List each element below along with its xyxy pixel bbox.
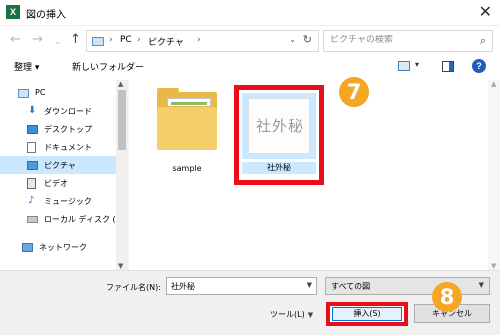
sidebar-item-videos[interactable]: ビデオ [0, 174, 116, 192]
download-icon: ⬇ [28, 105, 37, 116]
insert-button[interactable]: 挿入(S) [332, 307, 402, 321]
breadcrumb-separator[interactable]: › [197, 35, 201, 45]
file-list-scrollbar[interactable]: ▲ ▼ [488, 80, 500, 270]
sidebar-item-pictures[interactable]: ピクチャ [0, 156, 116, 174]
sidebar-item-label: PC [35, 88, 46, 97]
file-name: 社外秘 [242, 162, 316, 174]
recent-locations-dropdown-icon[interactable]: ⌄ [54, 35, 62, 49]
up-arrow-icon[interactable]: ↑ [70, 33, 81, 47]
breadcrumb-separator[interactable]: › [109, 35, 113, 45]
desktop-icon [27, 125, 38, 134]
tools-menu-button[interactable]: ツール(L) ▼ [270, 309, 313, 320]
sidebar-item-downloads[interactable]: ⬇ ダウンロード [0, 102, 116, 120]
address-row: ← → ⌄ ↑ › PC › ピクチャ › ⌄ ↻ ⌕ [0, 26, 500, 56]
forward-arrow-icon[interactable]: → [32, 33, 43, 47]
refresh-icon[interactable]: ↻ [303, 33, 312, 46]
chevron-down-icon[interactable]: ▼ [479, 281, 484, 289]
sidebar-item-label: ミュージック [44, 197, 92, 206]
filename-field[interactable]: 社外秘 ▼ [166, 277, 317, 295]
scroll-up-icon[interactable]: ▲ [491, 80, 496, 88]
sidebar-item-documents[interactable]: ドキュメント [0, 138, 116, 156]
search-input[interactable] [330, 35, 470, 45]
view-options-dropdown-icon[interactable]: ▾ [415, 60, 419, 69]
scroll-down-icon[interactable]: ▼ [491, 262, 496, 270]
filename-value[interactable]: 社外秘 [171, 281, 195, 292]
file-name: sample [172, 164, 202, 173]
pc-icon [92, 37, 104, 46]
sidebar-item-music[interactable]: ♪ ミュージック [0, 192, 116, 210]
close-icon[interactable]: ✕ [479, 3, 492, 21]
disk-icon [27, 216, 38, 223]
chevron-down-icon[interactable]: ▼ [307, 281, 312, 289]
sidebar-item-local-disk[interactable]: ローカル ディスク (C [0, 210, 121, 228]
breadcrumb-separator[interactable]: › [137, 35, 141, 45]
pc-icon [18, 89, 29, 98]
title-bar: X 図の挿入 ✕ [0, 0, 500, 26]
organize-menu-button[interactable]: 整理 ▾ [14, 60, 39, 73]
help-icon[interactable]: ? [472, 59, 486, 73]
sidebar-item-desktop[interactable]: デスクトップ [0, 120, 116, 138]
confidential-stamp: 社外秘 [255, 117, 304, 135]
pictures-icon [27, 161, 38, 170]
insert-highlight: 挿入(S) [326, 302, 408, 326]
network-icon [22, 243, 33, 252]
address-dropdown-icon[interactable]: ⌄ [289, 35, 296, 44]
breadcrumb-pc[interactable]: PC [120, 35, 132, 45]
excel-app-icon: X [6, 5, 20, 19]
file-list: sample 社外秘 社外秘 [128, 80, 500, 270]
step-7-marker: 7 [339, 77, 369, 107]
sidebar-item-label: デスクトップ [44, 125, 92, 134]
sidebar-item-label: ビデオ [44, 179, 68, 188]
folder-icon [157, 106, 217, 150]
change-view-icon[interactable] [398, 61, 410, 71]
file-type-select[interactable]: すべての図 ▼ [325, 277, 490, 295]
step-8-marker: 8 [432, 282, 462, 312]
sidebar-scrollbar[interactable]: ▲ ▼ [116, 80, 128, 270]
sidebar-item-label: ローカル ディスク (C [44, 215, 122, 224]
dialog-title: 図の挿入 [26, 10, 66, 21]
sidebar-item-label: ドキュメント [44, 143, 92, 152]
file-item-selected[interactable]: 社外秘 社外秘 [234, 85, 324, 185]
music-icon: ♪ [28, 195, 35, 206]
search-box[interactable]: ⌕ [323, 30, 493, 52]
folder-item-sample[interactable]: sample [137, 88, 237, 192]
address-bar[interactable]: › PC › ピクチャ › ⌄ ↻ [86, 30, 319, 52]
search-icon[interactable]: ⌕ [480, 34, 486, 48]
sidebar-item-pc[interactable]: PC [0, 84, 116, 102]
video-icon [27, 178, 36, 189]
file-type-value[interactable]: すべての図 [331, 281, 370, 292]
breadcrumb-pictures[interactable]: ピクチャ [148, 35, 184, 48]
scroll-down-icon[interactable]: ▼ [118, 262, 123, 270]
filename-label: ファイル名(N): [106, 283, 161, 292]
image-thumbnail: 社外秘 [248, 98, 310, 154]
scrollbar-thumb[interactable] [118, 90, 126, 150]
sidebar-item-label: ダウンロード [44, 107, 92, 116]
command-bar: 整理 ▾ 新しいフォルダー ▾ ? [0, 56, 500, 78]
dialog-footer: ファイル名(N): 社外秘 ▼ すべての図 ▼ ツール(L) ▼ 挿入(S) キャ… [0, 270, 500, 335]
scroll-up-icon[interactable]: ▲ [118, 80, 123, 88]
navigation-pane: PC ⬇ ダウンロード デスクトップ ドキュメント ピクチャ ビデオ ♪ ミュー… [0, 80, 128, 270]
documents-icon [27, 142, 36, 153]
sidebar-item-label: ネットワーク [39, 243, 87, 252]
back-arrow-icon[interactable]: ← [10, 33, 21, 47]
sidebar-item-label: ピクチャ [44, 161, 76, 170]
sidebar-item-network[interactable]: ネットワーク [0, 238, 116, 256]
new-folder-button[interactable]: 新しいフォルダー [72, 60, 144, 73]
preview-pane-icon[interactable] [442, 61, 454, 72]
